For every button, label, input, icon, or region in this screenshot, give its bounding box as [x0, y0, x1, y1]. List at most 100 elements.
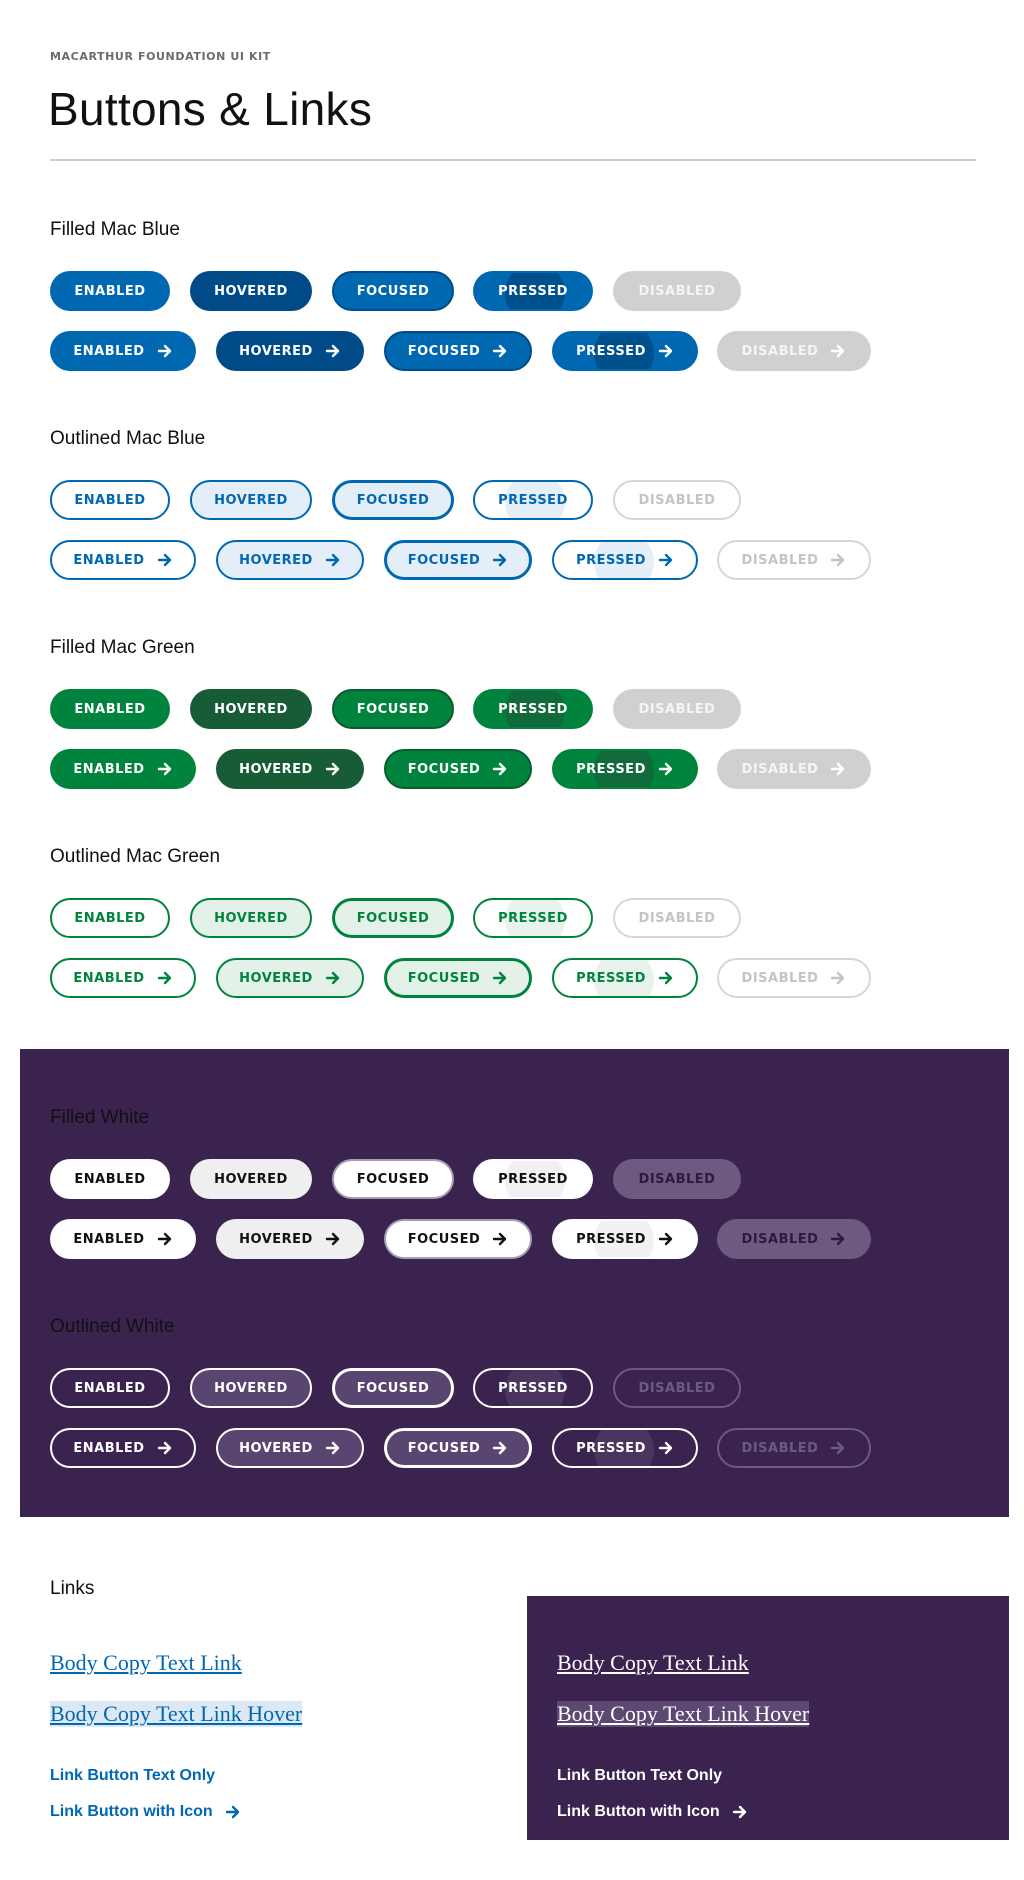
outlined-mac-green-pressed-button[interactable]: PRESSED: [473, 898, 593, 938]
outlined-mac-green-enabled-button[interactable]: ENABLED: [50, 898, 170, 938]
outlined-mac-green-disabled-icon-button: DISABLED: [717, 958, 871, 998]
button-label: PRESSED: [576, 761, 646, 777]
link-button-text-only-dark[interactable]: Link Button Text Only: [557, 1767, 722, 1785]
outlined-mac-blue-hovered-icon-button[interactable]: HOVERED: [216, 540, 364, 580]
outlined-white-enabled-button[interactable]: ENABLED: [50, 1368, 170, 1408]
outlined-mac-blue-focused-icon-button[interactable]: FOCUSED: [384, 540, 532, 580]
outlined-white-pressed-button[interactable]: PRESSED: [473, 1368, 593, 1408]
link-button-text-only[interactable]: Link Button Text Only: [50, 1767, 215, 1785]
filled-mac-green-focused-icon-button[interactable]: FOCUSED: [384, 749, 532, 789]
filled-mac-green-pressed-button[interactable]: PRESSED: [473, 689, 593, 729]
filled-white-focused-icon-button[interactable]: FOCUSED: [384, 1219, 532, 1259]
arrow-right-icon: [658, 761, 674, 777]
links-section-title: Links: [50, 1578, 95, 1599]
filled-mac-blue-enabled-icon-button[interactable]: ENABLED: [50, 331, 196, 371]
filled-mac-green-enabled-icon-button[interactable]: ENABLED: [50, 749, 196, 789]
button-label: HOVERED: [214, 1171, 288, 1187]
outlined-mac-green-pressed-icon-button[interactable]: PRESSED: [552, 958, 698, 998]
button-label: HOVERED: [239, 1440, 313, 1456]
arrow-right-icon: [830, 552, 846, 568]
body-copy-text-link-hover[interactable]: Body Copy Text Link Hover: [50, 1701, 303, 1727]
outlined-white-hovered-icon-button[interactable]: HOVERED: [216, 1428, 364, 1468]
filled-white-pressed-icon-button[interactable]: PRESSED: [552, 1219, 698, 1259]
filled-mac-blue-row-text: ENABLED HOVERED FOCUSED PRESSED DISABLED: [50, 271, 950, 311]
arrow-right-icon: [830, 970, 846, 986]
filled-mac-blue-enabled-button[interactable]: ENABLED: [50, 271, 170, 311]
filled-white-enabled-button[interactable]: ENABLED: [50, 1159, 170, 1199]
filled-mac-green-row-icon: ENABLED HOVERED FOCUSED PRESSED DISABLED: [50, 749, 950, 789]
button-label: FOCUSED: [407, 1440, 481, 1456]
filled-mac-green-pressed-icon-button[interactable]: PRESSED: [552, 749, 698, 789]
filled-white-disabled-button: DISABLED: [613, 1159, 741, 1199]
filled-mac-green-focused-button[interactable]: FOCUSED: [332, 689, 454, 729]
outlined-mac-green-hovered-icon-button[interactable]: HOVERED: [216, 958, 364, 998]
filled-white-focused-button[interactable]: FOCUSED: [332, 1159, 454, 1199]
filled-mac-green-enabled-button[interactable]: ENABLED: [50, 689, 170, 729]
button-label: PRESSED: [498, 910, 568, 926]
filled-mac-blue-focused-button[interactable]: FOCUSED: [332, 271, 454, 311]
arrow-right-icon: [658, 1440, 674, 1456]
button-label: FOCUSED: [407, 761, 481, 777]
button-label: ENABLED: [73, 552, 145, 568]
body-copy-text-link-dark[interactable]: Body Copy Text Link: [557, 1650, 749, 1676]
button-label: PRESSED: [576, 552, 646, 568]
arrow-right-icon: [830, 343, 846, 359]
outlined-mac-blue-hovered-button[interactable]: HOVERED: [190, 480, 312, 520]
outlined-mac-green-focused-icon-button[interactable]: FOCUSED: [384, 958, 532, 998]
filled-mac-green-hovered-button[interactable]: HOVERED: [190, 689, 312, 729]
outlined-white-pressed-icon-button[interactable]: PRESSED: [552, 1428, 698, 1468]
outlined-white-hovered-button[interactable]: HOVERED: [190, 1368, 312, 1408]
arrow-right-icon: [325, 552, 341, 568]
button-label: ENABLED: [73, 1231, 145, 1247]
outlined-mac-blue-pressed-button[interactable]: PRESSED: [473, 480, 593, 520]
filled-white-pressed-button[interactable]: PRESSED: [473, 1159, 593, 1199]
button-label: FOCUSED: [407, 1231, 481, 1247]
outlined-white-focused-button[interactable]: FOCUSED: [332, 1368, 454, 1408]
button-label: ENABLED: [74, 492, 146, 508]
outlined-mac-blue-pressed-icon-button[interactable]: PRESSED: [552, 540, 698, 580]
outlined-mac-green-hovered-button[interactable]: HOVERED: [190, 898, 312, 938]
filled-mac-blue-pressed-icon-button[interactable]: PRESSED: [552, 331, 698, 371]
button-label: FOCUSED: [407, 970, 481, 986]
outlined-mac-green-enabled-icon-button[interactable]: ENABLED: [50, 958, 196, 998]
button-label: DISABLED: [638, 701, 716, 717]
button-label: PRESSED: [498, 1380, 568, 1396]
filled-mac-blue-disabled-icon-button: DISABLED: [717, 331, 871, 371]
filled-mac-blue-hovered-button[interactable]: HOVERED: [190, 271, 312, 311]
button-label: DISABLED: [741, 1231, 819, 1247]
arrow-right-icon: [658, 970, 674, 986]
arrow-right-icon: [157, 552, 173, 568]
outlined-white-focused-icon-button[interactable]: FOCUSED: [384, 1428, 532, 1468]
outlined-white-enabled-icon-button[interactable]: ENABLED: [50, 1428, 196, 1468]
outlined-mac-blue-enabled-button[interactable]: ENABLED: [50, 480, 170, 520]
outlined-mac-blue-enabled-icon-button[interactable]: ENABLED: [50, 540, 196, 580]
button-label: DISABLED: [741, 761, 819, 777]
arrow-right-icon: [658, 343, 674, 359]
filled-mac-blue-focused-icon-button[interactable]: FOCUSED: [384, 331, 532, 371]
link-button-label: Link Button with Icon: [50, 1803, 213, 1820]
button-label: DISABLED: [638, 910, 716, 926]
filled-white-enabled-icon-button[interactable]: ENABLED: [50, 1219, 196, 1259]
arrow-right-icon: [492, 552, 508, 568]
outlined-mac-green-focused-button[interactable]: FOCUSED: [332, 898, 454, 938]
arrow-right-icon: [225, 1804, 241, 1820]
button-label: PRESSED: [576, 1231, 646, 1247]
outlined-mac-blue-focused-button[interactable]: FOCUSED: [332, 480, 454, 520]
filled-mac-blue-hovered-icon-button[interactable]: HOVERED: [216, 331, 364, 371]
filled-mac-green-hovered-icon-button[interactable]: HOVERED: [216, 749, 364, 789]
link-button-with-icon[interactable]: Link Button with Icon: [50, 1803, 241, 1821]
button-label: ENABLED: [73, 343, 145, 359]
body-copy-text-link-hover-dark[interactable]: Body Copy Text Link Hover: [557, 1701, 810, 1727]
button-label: FOCUSED: [356, 910, 430, 926]
filled-white-row-icon: ENABLED HOVERED FOCUSED PRESSED DISABLED: [50, 1219, 950, 1259]
section-title-filled-white: Filled White: [50, 1107, 150, 1128]
filled-white-hovered-icon-button[interactable]: HOVERED: [216, 1219, 364, 1259]
arrow-right-icon: [325, 1231, 341, 1247]
body-copy-text-link[interactable]: Body Copy Text Link: [50, 1650, 242, 1676]
section-title-filled-mac-green: Filled Mac Green: [50, 637, 195, 658]
filled-white-hovered-button[interactable]: HOVERED: [190, 1159, 312, 1199]
button-label: HOVERED: [239, 1231, 313, 1247]
arrow-right-icon: [492, 761, 508, 777]
filled-mac-blue-pressed-button[interactable]: PRESSED: [473, 271, 593, 311]
link-button-with-icon-dark[interactable]: Link Button with Icon: [557, 1803, 748, 1821]
